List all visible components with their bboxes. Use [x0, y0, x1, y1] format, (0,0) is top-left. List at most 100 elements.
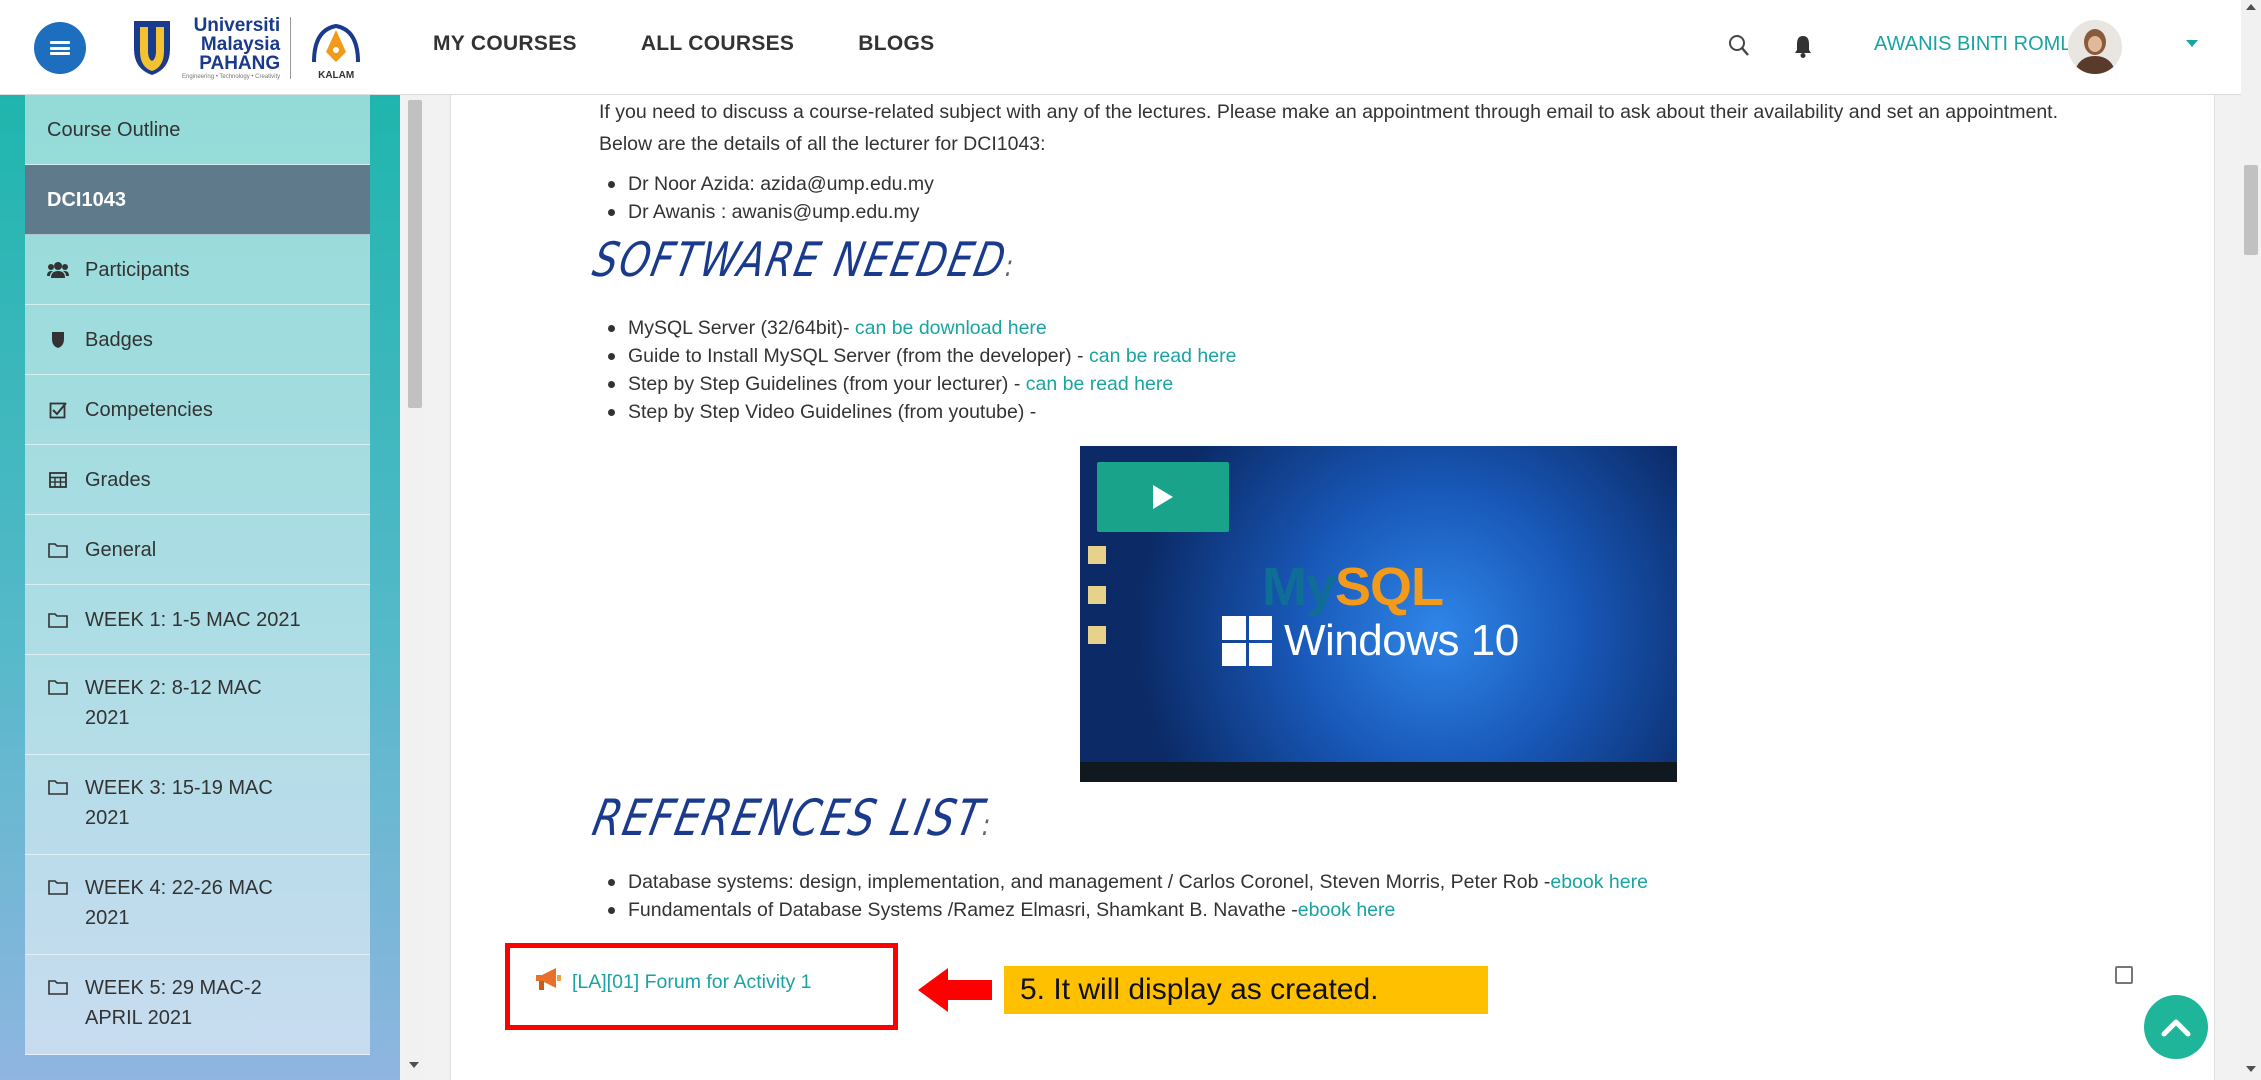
sidebar-item-week-2[interactable]: WEEK 2: 8-12 MAC 2021: [25, 655, 370, 755]
page-scrollbar[interactable]: [2241, 0, 2261, 1080]
list-item-text: Step by Step Video Guidelines (from yout…: [628, 401, 1037, 423]
mysql-logo-part-my: My: [1262, 557, 1336, 617]
sidebar-item-label: WEEK 4: 22-26 MAC 2021: [85, 877, 273, 929]
video-taskbar: [1080, 762, 1677, 782]
shield-icon: [47, 331, 69, 349]
logo-line-3: PAHANG: [199, 52, 281, 74]
logo-divider: [290, 17, 292, 79]
course-sidebar: Course Outline DCI1043 Participants Badg…: [0, 95, 400, 1080]
play-icon: [1153, 485, 1173, 509]
sidebar-item-label: WEEK 2: 8-12 MAC 2021: [85, 677, 262, 729]
logo-line-1: Universiti: [193, 14, 281, 36]
folder-icon: [47, 879, 69, 895]
intro-paragraph: If you need to discuss a course-related …: [599, 101, 2059, 155]
software-heading-text: SOFTWARE NEEDED: [588, 232, 1013, 287]
mysql-logo-part-sql: SQL: [1335, 557, 1444, 617]
user-name[interactable]: AWANIS BINTI ROMLI .: [1874, 33, 2088, 56]
list-item: Step by Step Guidelines (from your lectu…: [606, 370, 1236, 398]
forum-activity-item[interactable]: [LA][01] Forum for Activity 1: [534, 966, 812, 998]
page-scroll-up-icon[interactable]: [2246, 4, 2256, 10]
folder-icon: [47, 779, 69, 795]
sidebar-item-course-outline[interactable]: Course Outline: [25, 95, 370, 165]
list-item-text: Database systems: design, implementation…: [628, 871, 1551, 893]
top-nav: MY COURSES ALL COURSES BLOGS: [433, 32, 998, 56]
sidebar-item-dci1043[interactable]: DCI1043: [25, 165, 370, 235]
youtube-video-embed[interactable]: MySQL Windows 10: [1080, 446, 1677, 782]
menu-toggle-button[interactable]: [34, 22, 86, 74]
checkbox-icon: [47, 401, 69, 419]
sidebar-item-badges[interactable]: Badges: [25, 305, 370, 375]
logo-line-2: Malaysia: [200, 33, 281, 55]
sidebar-scrollbar-thumb[interactable]: [408, 100, 422, 408]
sidebar-item-competencies[interactable]: Competencies: [25, 375, 370, 445]
list-item-text: Fundamentals of Database Systems /Ramez …: [628, 899, 1298, 921]
sidebar-scroll-down-icon[interactable]: [409, 1062, 419, 1068]
sidebar-item-week-3[interactable]: WEEK 3: 15-19 MAC 2021: [25, 755, 370, 855]
sidebar-item-grades[interactable]: Grades: [25, 445, 370, 515]
sidebar-item-label: General: [85, 538, 157, 561]
sidebar-item-label: Competencies: [85, 398, 213, 421]
search-icon[interactable]: [1728, 34, 1750, 58]
software-heading: SOFTWARE NEEDED:: [588, 232, 1017, 287]
lecturer-guide-link[interactable]: can be read here: [1026, 373, 1173, 395]
sidebar-item-label: WEEK 5: 29 MAC-2 APRIL 2021: [85, 977, 262, 1029]
sidebar-item-label: Grades: [85, 468, 151, 491]
list-item: Guide to Install MySQL Server (from the …: [606, 342, 1236, 370]
completion-checkbox-icon[interactable]: [2115, 966, 2133, 984]
references-list: Database systems: design, implementation…: [606, 868, 1648, 924]
list-item: Step by Step Video Guidelines (from yout…: [606, 398, 1236, 426]
list-item: Dr Awanis : awanis@ump.edu.my: [606, 198, 934, 226]
folder-icon: [47, 542, 69, 558]
user-menu-chevron-down-icon[interactable]: [2186, 40, 2198, 47]
windows-text: Windows 10: [1284, 616, 1519, 665]
instruction-callout: 5. It will display as created.: [1004, 966, 1488, 1014]
sidebar-item-label: WEEK 3: 15-19 MAC 2021: [85, 777, 273, 829]
nav-blogs[interactable]: BLOGS: [858, 32, 934, 56]
megaphone-icon: [534, 966, 564, 998]
folder-icon: [47, 979, 69, 995]
page-scrollbar-thumb[interactable]: [2244, 165, 2258, 255]
user-avatar-image: [2068, 20, 2122, 74]
list-item: Fundamentals of Database Systems /Ramez …: [606, 896, 1648, 924]
sidebar-item-week-1[interactable]: WEEK 1: 1-5 MAC 2021: [25, 585, 370, 655]
mysql-logo: MySQL: [1262, 556, 1444, 618]
sidebar-item-participants[interactable]: Participants: [25, 235, 370, 305]
references-heading-text: REFERENCES LIST: [587, 790, 990, 848]
mysql-download-link[interactable]: can be download here: [855, 317, 1047, 339]
back-to-top-button[interactable]: [2144, 995, 2208, 1059]
sidebar-item-general[interactable]: General: [25, 515, 370, 585]
desktop-icon: [1088, 586, 1106, 604]
nav-all-courses[interactable]: ALL COURSES: [641, 32, 794, 56]
references-heading: REFERENCES LIST:: [587, 790, 994, 848]
list-item-text: MySQL Server (32/64bit)-: [628, 317, 855, 339]
nav-my-courses[interactable]: MY COURSES: [433, 32, 577, 56]
chevron-up-icon: [2161, 1019, 2191, 1037]
video-play-button[interactable]: [1097, 462, 1229, 532]
user-avatar[interactable]: [2068, 20, 2122, 74]
hamburger-icon: [50, 41, 70, 55]
windows-logo: Windows 10: [1222, 616, 1519, 666]
ebook-link[interactable]: ebook here: [1298, 899, 1396, 921]
list-item: MySQL Server (32/64bit)- can be download…: [606, 314, 1236, 342]
forum-link[interactable]: [LA][01] Forum for Activity 1: [572, 971, 812, 994]
list-item: Dr Noor Azida: azida@ump.edu.my: [606, 170, 934, 198]
sidebar-item-label: Course Outline: [47, 118, 181, 141]
pointer-arrow-icon: [918, 968, 992, 1012]
site-logo[interactable]: Universiti Malaysia PAHANG Engineering •…: [130, 10, 371, 86]
ebook-link[interactable]: ebook here: [1550, 871, 1648, 893]
windows-icon: [1222, 616, 1272, 666]
ump-shield-icon: [134, 21, 170, 75]
sidebar-item-week-4[interactable]: WEEK 4: 22-26 MAC 2021: [25, 855, 370, 955]
install-guide-link[interactable]: can be read here: [1089, 345, 1236, 367]
folder-icon: [47, 612, 69, 628]
page-scroll-down-icon[interactable]: [2246, 1066, 2256, 1072]
table-icon: [47, 471, 69, 488]
sidebar-item-week-5[interactable]: WEEK 5: 29 MAC-2 APRIL 2021: [25, 955, 370, 1055]
kalam-pen-icon: [312, 23, 361, 63]
sidebar-item-label: Participants: [85, 258, 190, 281]
bell-icon[interactable]: [1793, 34, 1813, 58]
desktop-icon: [1088, 626, 1106, 644]
list-item-text: Guide to Install MySQL Server (from the …: [628, 345, 1089, 367]
lecturer-list: Dr Noor Azida: azida@ump.edu.my Dr Awani…: [606, 170, 934, 226]
list-item: Database systems: design, implementation…: [606, 868, 1648, 896]
